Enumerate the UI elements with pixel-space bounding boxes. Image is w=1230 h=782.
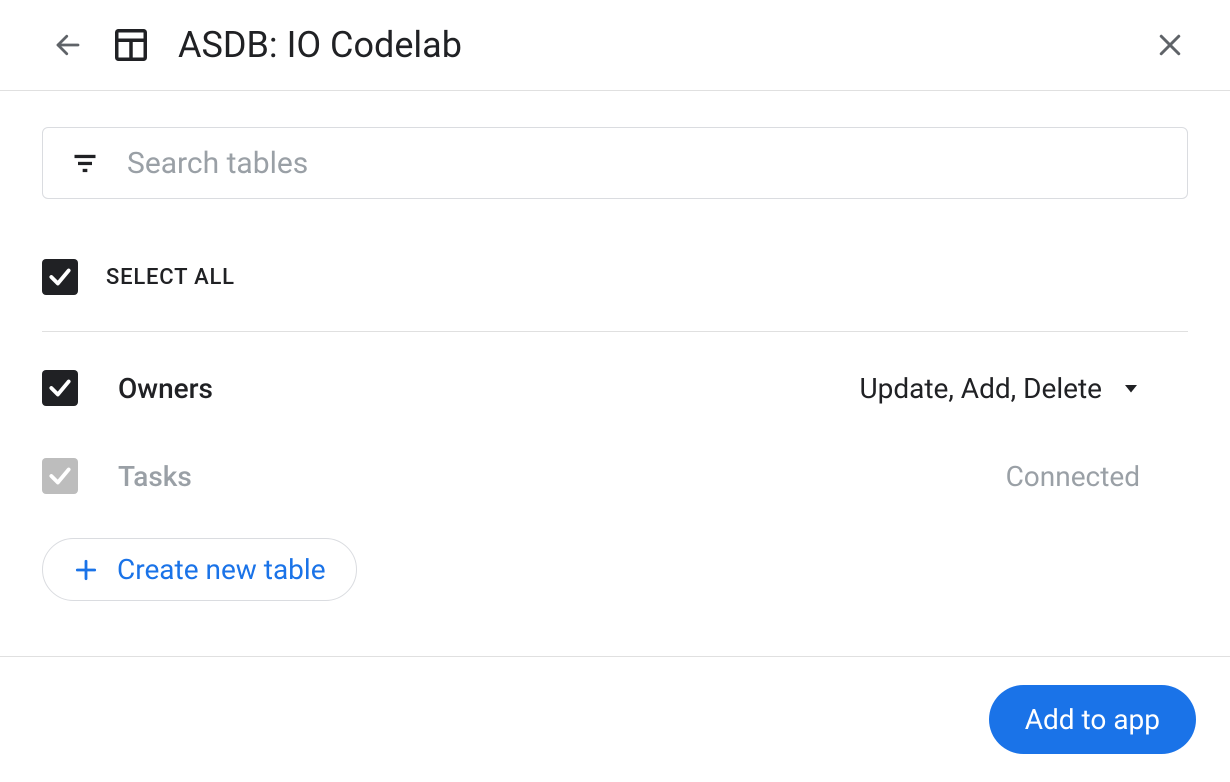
table-permissions: Update, Add, Delete [859,372,1102,405]
search-input[interactable] [127,146,1159,181]
back-button[interactable] [48,25,88,65]
select-all-checkbox[interactable] [42,259,78,295]
close-icon [1155,30,1185,60]
table-row: Owners Update, Add, Delete [42,344,1188,432]
create-table-label: Create new table [117,553,326,586]
dialog-title: ASDB: IO Codelab [178,24,1150,66]
filter-icon [71,149,99,177]
create-table-button[interactable]: Create new table [42,538,357,601]
check-icon [47,375,73,401]
select-all-row: SELECT ALL [42,223,1188,332]
table-checkbox-owners[interactable] [42,370,78,406]
table-checkbox-tasks[interactable] [42,458,78,494]
select-all-label: SELECT ALL [106,265,235,290]
search-field[interactable] [42,127,1188,199]
plus-icon [73,557,99,583]
table-row: Tasks Connected [42,432,1188,520]
add-to-app-button[interactable]: Add to app [989,685,1196,754]
table-status: Connected [1006,460,1140,493]
close-button[interactable] [1150,25,1190,65]
table-name: Owners [118,372,859,405]
table-name: Tasks [118,460,1006,493]
dialog-content: SELECT ALL Owners Update, Add, Delete Ta… [0,91,1230,601]
check-icon [47,264,73,290]
dialog-header: ASDB: IO Codelab [0,0,1230,91]
permissions-dropdown[interactable] [1122,379,1140,397]
dialog-footer: Add to app [0,656,1230,782]
caret-down-icon [1122,379,1140,397]
database-icon [112,26,150,64]
check-icon [47,463,73,489]
arrow-left-icon [53,30,83,60]
